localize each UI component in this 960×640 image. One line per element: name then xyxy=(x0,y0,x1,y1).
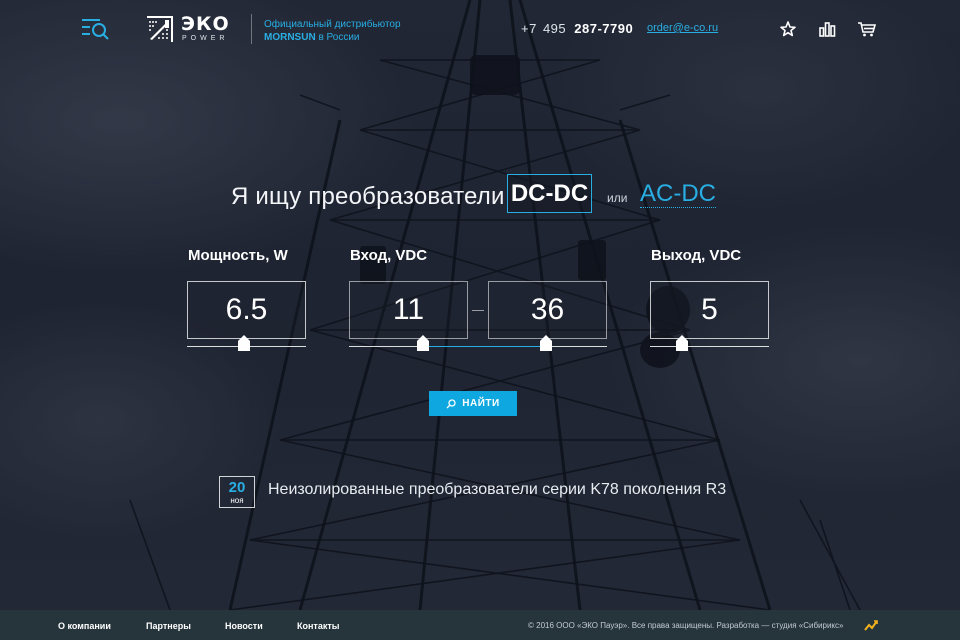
logo-divider xyxy=(251,14,252,44)
site-header: ЭКО POWER Официальный дистрибьютор MORNS… xyxy=(0,0,960,60)
footer-nav-partners[interactable]: Партнеры xyxy=(146,621,191,631)
search-icon xyxy=(446,398,456,408)
input-slider-max-thumb[interactable] xyxy=(540,335,552,351)
output-slider-thumb[interactable] xyxy=(676,335,688,351)
tagline-line1: Официальный дистрибьютор xyxy=(264,19,401,30)
output-voltage-input[interactable]: 5 xyxy=(650,281,769,339)
compare-icon[interactable] xyxy=(818,20,836,38)
cart-icon[interactable] xyxy=(857,20,877,38)
email-link[interactable]: order@e-co.ru xyxy=(647,22,718,34)
sibirix-logo-icon[interactable] xyxy=(864,619,878,631)
footer-nav-about[interactable]: О компании xyxy=(58,621,111,631)
menu-search-icon[interactable] xyxy=(80,16,112,42)
input-slider-track-range[interactable] xyxy=(423,346,546,347)
ac-dc-type-link[interactable]: AC-DC xyxy=(640,180,716,208)
logo-sub: POWER xyxy=(182,35,229,42)
phone-main-number: 287-7790 xyxy=(574,21,634,36)
logo-word: ЭКО xyxy=(181,13,230,35)
site-footer: О компании Партнеры Новости Контакты © 2… xyxy=(0,610,960,640)
input-voltage-label: Вход, VDC xyxy=(350,247,428,264)
tagline: Официальный дистрибьютор MORNSUN в Росси… xyxy=(264,18,401,44)
news-month: ноя xyxy=(230,496,244,505)
news-title-link[interactable]: Неизолированные преобразователи серии K7… xyxy=(268,481,726,499)
find-button[interactable]: НАЙТИ xyxy=(429,391,517,416)
output-voltage-label: Выход, VDC xyxy=(651,247,742,264)
range-separator xyxy=(472,310,484,311)
power-label: Мощность, W xyxy=(188,247,288,264)
footer-nav-contacts[interactable]: Контакты xyxy=(297,621,339,631)
tagline-brand: MORNSUN xyxy=(264,32,316,43)
phone-number[interactable]: +7 495 287-7790 xyxy=(521,21,633,36)
input-voltage-max-input[interactable]: 36 xyxy=(488,281,607,339)
logo[interactable]: ЭКО POWER xyxy=(147,13,239,45)
dc-dc-type-button[interactable]: DC-DC xyxy=(507,174,592,213)
input-slider-track-right[interactable] xyxy=(546,346,607,347)
news-day: 20 xyxy=(228,479,246,496)
background-overlay xyxy=(0,0,960,640)
footer-nav-news[interactable]: Новости xyxy=(225,621,263,631)
search-headline: Я ищу преобразователи DC-DC или AC-DC xyxy=(0,174,960,218)
find-button-label: НАЙТИ xyxy=(462,398,500,409)
phone-country-code: +7 xyxy=(521,21,537,36)
power-slider-thumb[interactable] xyxy=(238,335,250,351)
hero-background xyxy=(0,0,960,640)
headline-prefix: Я ищу преобразователи xyxy=(231,183,505,210)
phone-area-code: 495 xyxy=(542,21,567,36)
tagline-suffix: в России xyxy=(315,32,360,43)
input-slider-min-thumb[interactable] xyxy=(417,335,429,351)
input-voltage-min-input[interactable]: 11 xyxy=(349,281,468,339)
headline-or: или xyxy=(607,191,628,205)
power-input[interactable]: 6.5 xyxy=(187,281,306,339)
star-icon[interactable] xyxy=(779,20,797,38)
logo-mark-icon xyxy=(147,16,173,42)
copyright: © 2016 ООО «ЭКО Пауэр». Все права защище… xyxy=(528,621,844,630)
news-date-badge: 20 ноя xyxy=(219,476,255,508)
output-slider-track[interactable] xyxy=(650,346,769,347)
input-slider-track-left[interactable] xyxy=(349,346,423,347)
